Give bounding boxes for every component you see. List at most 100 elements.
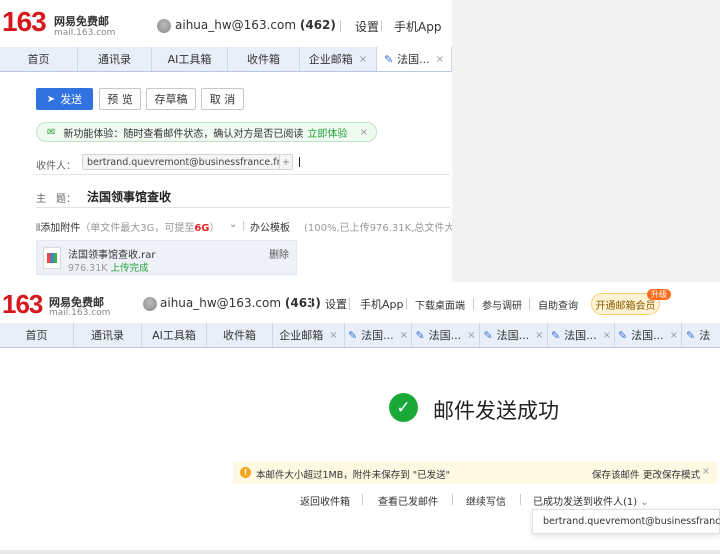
delete-attachment-link[interactable]: 删除 bbox=[269, 246, 289, 261]
close-icon[interactable]: × bbox=[467, 330, 475, 341]
divider bbox=[520, 494, 521, 505]
tab-inbox[interactable]: 收件箱 bbox=[207, 323, 273, 347]
close-icon[interactable]: × bbox=[436, 54, 444, 65]
delivered-recipients-toggle[interactable]: 已成功发送到收件人(1) ⌄ bbox=[533, 493, 649, 508]
survey-link[interactable]: 参与调研 bbox=[482, 297, 522, 312]
close-icon[interactable]: × bbox=[360, 127, 368, 138]
unread-count: (462) bbox=[299, 18, 336, 32]
close-icon[interactable]: × bbox=[359, 54, 367, 65]
tab-home[interactable]: 首页 bbox=[0, 47, 78, 71]
logo-domain: mail.163.com bbox=[54, 28, 116, 38]
logo-163[interactable]: 163 bbox=[2, 6, 47, 38]
tab-contacts[interactable]: 通讯录 bbox=[78, 47, 152, 71]
upgrade-prefix: 可提至 bbox=[164, 223, 195, 234]
tab-label: 企业邮箱 bbox=[279, 329, 324, 342]
preview-button[interactable]: 预 览 bbox=[99, 88, 141, 110]
avatar[interactable] bbox=[157, 19, 171, 33]
close-icon[interactable]: × bbox=[702, 466, 710, 477]
pencil-icon: ✎ bbox=[617, 328, 628, 342]
upgrade-size[interactable]: 6G bbox=[194, 223, 209, 234]
change-save-mode-link[interactable]: 更改保存模式 bbox=[643, 467, 700, 481]
office-template-link[interactable]: 办公模板 bbox=[250, 219, 290, 234]
chevron-down-icon[interactable]: ⌄ bbox=[229, 219, 237, 230]
save-warning-bar: ! 本邮件大小超过1MB，附件未保存到 "已发送" 保存该邮件 更改保存模式 × bbox=[233, 462, 717, 484]
tab-home[interactable]: 首页 bbox=[0, 323, 74, 347]
save-draft-button[interactable]: 存草稿 bbox=[146, 88, 196, 110]
settings-link[interactable]: 设置 bbox=[325, 296, 347, 312]
avatar[interactable] bbox=[143, 297, 157, 311]
continue-writing-link[interactable]: 继续写信 bbox=[466, 493, 506, 508]
save-mail-link[interactable]: 保存该邮件 bbox=[592, 467, 640, 481]
settings-link[interactable]: 设置 bbox=[355, 18, 379, 35]
download-desktop-link[interactable]: 下载桌面端 bbox=[415, 297, 465, 312]
subject-input[interactable]: 法国领事馆查收 bbox=[87, 188, 171, 205]
tab-ai-toolbox[interactable]: AI工具箱 bbox=[142, 323, 207, 347]
back-to-inbox-link[interactable]: 返回收件箱 bbox=[300, 493, 350, 508]
rar-file-icon bbox=[43, 247, 61, 269]
tab-draft-5[interactable]: ✎ 法国... × bbox=[615, 323, 682, 347]
attachment-card: 法国领事馆查收.rar 976.31K 上传完成 删除 bbox=[36, 240, 297, 275]
account-email[interactable]: aihua_hw@163.com (463) bbox=[160, 296, 321, 310]
account-address: aihua_hw@163.com bbox=[175, 18, 297, 32]
tab-label: 法国... bbox=[631, 329, 664, 342]
tab-draft-3[interactable]: ✎ 法国... × bbox=[480, 323, 548, 347]
upgrade-suffix: ） bbox=[209, 223, 220, 234]
account-address: aihua_hw@163.com bbox=[160, 296, 282, 310]
close-icon[interactable]: × bbox=[535, 330, 543, 341]
try-now-link[interactable]: 立即体验 bbox=[307, 125, 347, 140]
subject-label: 主 题： bbox=[36, 194, 76, 205]
self-service-link[interactable]: 自助查询 bbox=[538, 297, 578, 312]
view-sent-link[interactable]: 查看已发邮件 bbox=[378, 493, 438, 508]
cancel-button[interactable]: 取 消 bbox=[201, 88, 244, 110]
mobile-app-link[interactable]: 手机App bbox=[360, 296, 404, 312]
divider bbox=[36, 174, 450, 175]
tab-label: 通讯录 bbox=[91, 329, 124, 342]
pencil-icon: ✎ bbox=[550, 328, 561, 342]
divider bbox=[381, 20, 382, 32]
pencil-icon: ✎ bbox=[483, 328, 493, 342]
tab-compose[interactable]: ✎ 法国... × bbox=[377, 47, 452, 71]
close-icon[interactable]: × bbox=[670, 330, 678, 341]
add-attachment-link[interactable]: 添加附件 bbox=[40, 223, 80, 234]
divider bbox=[452, 494, 453, 505]
tab-draft-2[interactable]: ✎ 法国... × bbox=[412, 323, 480, 347]
send-button[interactable]: ➤ 发送 bbox=[36, 88, 93, 110]
chevron-down-icon: ⌄ bbox=[640, 497, 649, 508]
divider bbox=[349, 298, 350, 310]
tab-ai-toolbox[interactable]: AI工具箱 bbox=[152, 47, 228, 71]
attachment-size: 976.31K 上传完成 bbox=[68, 260, 149, 274]
tab-enterprise-mail[interactable]: 企业邮箱 × bbox=[300, 47, 377, 71]
pencil-icon: ✎ bbox=[686, 328, 696, 342]
logo-text: 网易免费邮 bbox=[54, 15, 109, 28]
mobile-app-link[interactable]: 手机App bbox=[394, 18, 441, 35]
recipient-label[interactable]: 收件人： bbox=[36, 157, 76, 172]
tab-draft-4[interactable]: ✎ 法国... × bbox=[548, 323, 615, 347]
tab-contacts[interactable]: 通讯录 bbox=[74, 323, 142, 347]
account-email[interactable]: aihua_hw@163.com (462) bbox=[175, 18, 336, 32]
close-icon[interactable]: × bbox=[400, 330, 408, 341]
tab-bar: 首页 通讯录 AI工具箱 收件箱 企业邮箱 × ✎ 法国... × ✎ 法国... × ✎… bbox=[0, 323, 720, 348]
pencil-icon: ✎ bbox=[347, 328, 358, 342]
logo-163[interactable]: 163 bbox=[2, 289, 43, 320]
tab-label: 法国... bbox=[397, 53, 430, 66]
close-icon[interactable]: × bbox=[603, 330, 611, 341]
file-size: 976.31K bbox=[68, 263, 108, 274]
tab-inbox[interactable]: 收件箱 bbox=[228, 47, 300, 71]
close-icon[interactable]: × bbox=[329, 330, 337, 341]
unread-count: (463) bbox=[284, 296, 321, 310]
tab-label: 通讯录 bbox=[98, 53, 131, 66]
recipient-chip[interactable]: bertrand.quevremont@businessfrance.fr bbox=[82, 154, 286, 170]
compose-screen: 163 网易免费邮 mail.163.com aihua_hw@163.com … bbox=[0, 0, 452, 282]
tab-label: 法 bbox=[699, 329, 711, 342]
feature-notice: ✉ 新功能体验：随时查看邮件状态，确认对方是否已阅读 立即体验 × bbox=[36, 122, 377, 142]
attachment-limit: （单文件最大3G， bbox=[80, 223, 165, 234]
tab-draft-1[interactable]: ✎ 法国... × bbox=[345, 323, 412, 347]
recipient-dropdown[interactable]: bertrand.quevremont@businessfrance.fr bbox=[532, 509, 720, 534]
mail-check-icon: ✉ bbox=[47, 126, 56, 138]
add-recipient-icon[interactable]: + bbox=[279, 154, 293, 170]
tab-draft-6[interactable]: ✎ 法 bbox=[682, 323, 720, 347]
tab-enterprise-mail[interactable]: 企业邮箱 × bbox=[273, 323, 345, 347]
upgrade-badge: 升级 bbox=[647, 289, 671, 300]
background bbox=[452, 0, 720, 282]
logo-domain: mail.163.com bbox=[49, 308, 111, 318]
